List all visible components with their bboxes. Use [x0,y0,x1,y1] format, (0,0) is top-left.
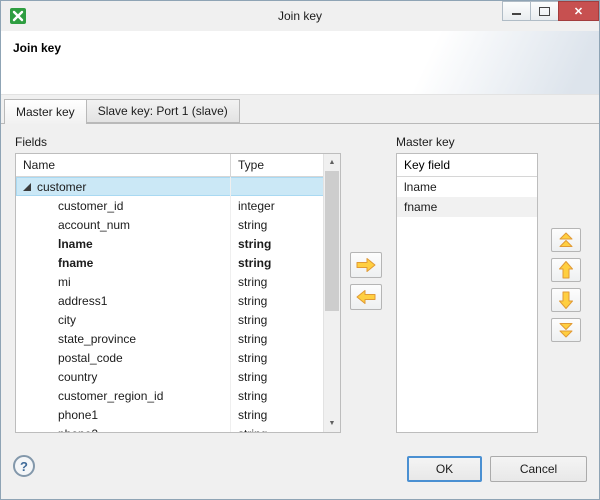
minimize-button[interactable] [502,1,531,21]
help-icon: ? [20,459,28,474]
field-name: customer_region_id [58,389,163,403]
field-name: phone2 [58,427,98,434]
field-name: mi [58,275,71,289]
move-top-button[interactable] [551,228,581,252]
field-row[interactable]: fnamestring [16,253,340,272]
field-row[interactable]: state_provincestring [16,329,340,348]
field-row[interactable]: customer [16,177,340,196]
move-down-button[interactable] [551,288,581,312]
fields-table-header: Name Type [16,154,340,177]
dialog-header-title: Join key [13,41,61,55]
field-row[interactable]: customer_region_idstring [16,386,340,405]
app-icon [10,8,26,24]
fields-scrollbar[interactable]: ▲ ▼ [323,154,340,432]
tab-master-key[interactable]: Master key [4,99,87,124]
column-header-name[interactable]: Name [16,154,231,176]
field-row[interactable]: citystring [16,310,340,329]
field-row[interactable]: phone1string [16,405,340,424]
field-row[interactable]: mistring [16,272,340,291]
move-top-icon [559,232,573,248]
field-name: state_province [58,332,136,346]
field-row[interactable]: customer_idinteger [16,196,340,215]
arrow-up-icon [558,260,574,280]
arrow-down-icon [558,290,574,310]
field-row[interactable]: postal_codestring [16,348,340,367]
close-button[interactable]: ✕ [558,1,599,21]
arrow-left-icon [355,289,377,305]
field-name: address1 [58,294,107,308]
fields-table-body: customer customer_idintegeraccount_numstr… [16,177,340,433]
field-name: country [58,370,97,384]
move-up-button[interactable] [551,258,581,282]
field-name: customer_id [58,199,123,213]
master-key-label: Master key [396,135,455,149]
join-key-dialog: Join key ✕ Join key Master key Slave key… [0,0,600,500]
dialog-header: Join key [1,31,599,95]
close-icon: ✕ [574,5,583,18]
field-name: lname [58,237,93,251]
maximize-icon [539,7,550,16]
field-name: customer [37,180,86,194]
key-field-row[interactable]: fname [397,197,537,217]
field-row[interactable]: lnamestring [16,234,340,253]
tab-rule [1,123,599,124]
masterkey-table-body: lnamefname [397,177,537,217]
tab-bar: Master key Slave key: Port 1 (slave) [1,99,599,124]
scroll-track[interactable] [324,171,340,415]
field-name: postal_code [58,351,123,365]
tab-slave-key[interactable]: Slave key: Port 1 (slave) [86,99,240,123]
help-button[interactable]: ? [13,455,35,477]
fields-table: Name Type customercustomer_idintegeracco… [15,153,341,433]
field-row[interactable]: phone2string [16,424,340,433]
tab-master-key-label: Master key [16,105,75,119]
ok-button[interactable]: OK [407,456,482,482]
scroll-up-icon[interactable]: ▲ [324,154,340,171]
cancel-button-label: Cancel [520,462,557,476]
titlebar[interactable]: Join key ✕ [1,1,599,31]
tab-slave-key-label: Slave key: Port 1 (slave) [98,104,228,118]
field-name: fname [58,256,93,270]
field-name: phone1 [58,408,98,422]
minimize-icon [512,13,521,15]
move-bottom-button[interactable] [551,318,581,342]
move-bottom-icon [559,322,573,338]
field-row[interactable]: countrystring [16,367,340,386]
field-name: account_num [58,218,130,232]
field-name: city [58,313,76,327]
maximize-button[interactable] [530,1,559,21]
arrow-right-icon [355,257,377,273]
field-row[interactable]: account_numstring [16,215,340,234]
scroll-down-icon[interactable]: ▼ [324,415,340,432]
ok-button-label: OK [436,462,453,476]
key-field-row[interactable]: lname [397,177,537,197]
column-header-key-field[interactable]: Key field [397,154,537,177]
fields-label: Fields [15,135,47,149]
tree-expanded-icon[interactable] [23,183,31,191]
remove-key-button[interactable] [350,284,382,310]
field-row[interactable]: address1string [16,291,340,310]
scroll-thumb[interactable] [325,171,339,311]
add-key-button[interactable] [350,252,382,278]
master-key-table: Key field lnamefname [396,153,538,433]
cancel-button[interactable]: Cancel [490,456,587,482]
